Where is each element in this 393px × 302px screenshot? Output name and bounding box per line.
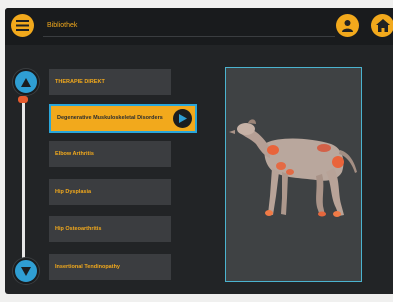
dog-model-image xyxy=(229,119,357,217)
top-bar: Bibliothek xyxy=(5,8,393,45)
title-field: Bibliothek xyxy=(43,18,335,37)
list-item-hip-osteoarthritis[interactable]: Hip Osteoarthritis xyxy=(49,216,171,242)
scroll-up-button[interactable] xyxy=(13,69,39,95)
home-button[interactable] xyxy=(371,14,393,37)
home-icon xyxy=(375,19,390,32)
page-title: Bibliothek xyxy=(47,22,78,29)
list-item-elbow-arthritis[interactable]: Elbow Arthritis xyxy=(49,141,171,167)
list-item-label: Degenerative Muskuloskeletal Disorders xyxy=(57,115,163,122)
list-item-label: Elbow Arthritis xyxy=(55,150,94,157)
list-item-degenerative[interactable]: Degenerative Muskuloskeletal Disorders xyxy=(49,104,197,133)
list-item-therapie-direkt[interactable]: THERAPIE DIREKT xyxy=(49,69,171,95)
list-item-label: Hip Dysplasia xyxy=(55,188,92,195)
list-item-hip-dysplasia[interactable]: Hip Dysplasia xyxy=(49,179,171,205)
list-item-insertional-tendinopathy[interactable]: Insertional Tendinopathy xyxy=(49,254,171,280)
menu-button[interactable] xyxy=(11,14,34,37)
play-button[interactable] xyxy=(173,109,192,128)
anatomy-viewer[interactable] xyxy=(225,67,362,282)
scroll-thumb[interactable] xyxy=(18,96,28,103)
scroll-down-button[interactable] xyxy=(13,258,39,284)
arrow-up-icon xyxy=(21,77,31,87)
app-window: Bibliothek THERAPIE DIREKT Degenerative xyxy=(5,8,393,294)
user-icon xyxy=(342,20,353,32)
menu-icon xyxy=(16,20,29,31)
arrow-down-icon xyxy=(21,266,31,276)
scroll-track[interactable] xyxy=(22,100,25,260)
list-item-label: THERAPIE DIREKT xyxy=(55,78,105,85)
list-item-label: Hip Osteoarthritis xyxy=(55,225,102,232)
list-item-label: Insertional Tendinopathy xyxy=(55,263,120,270)
user-button[interactable] xyxy=(336,14,359,37)
play-icon xyxy=(178,114,187,123)
